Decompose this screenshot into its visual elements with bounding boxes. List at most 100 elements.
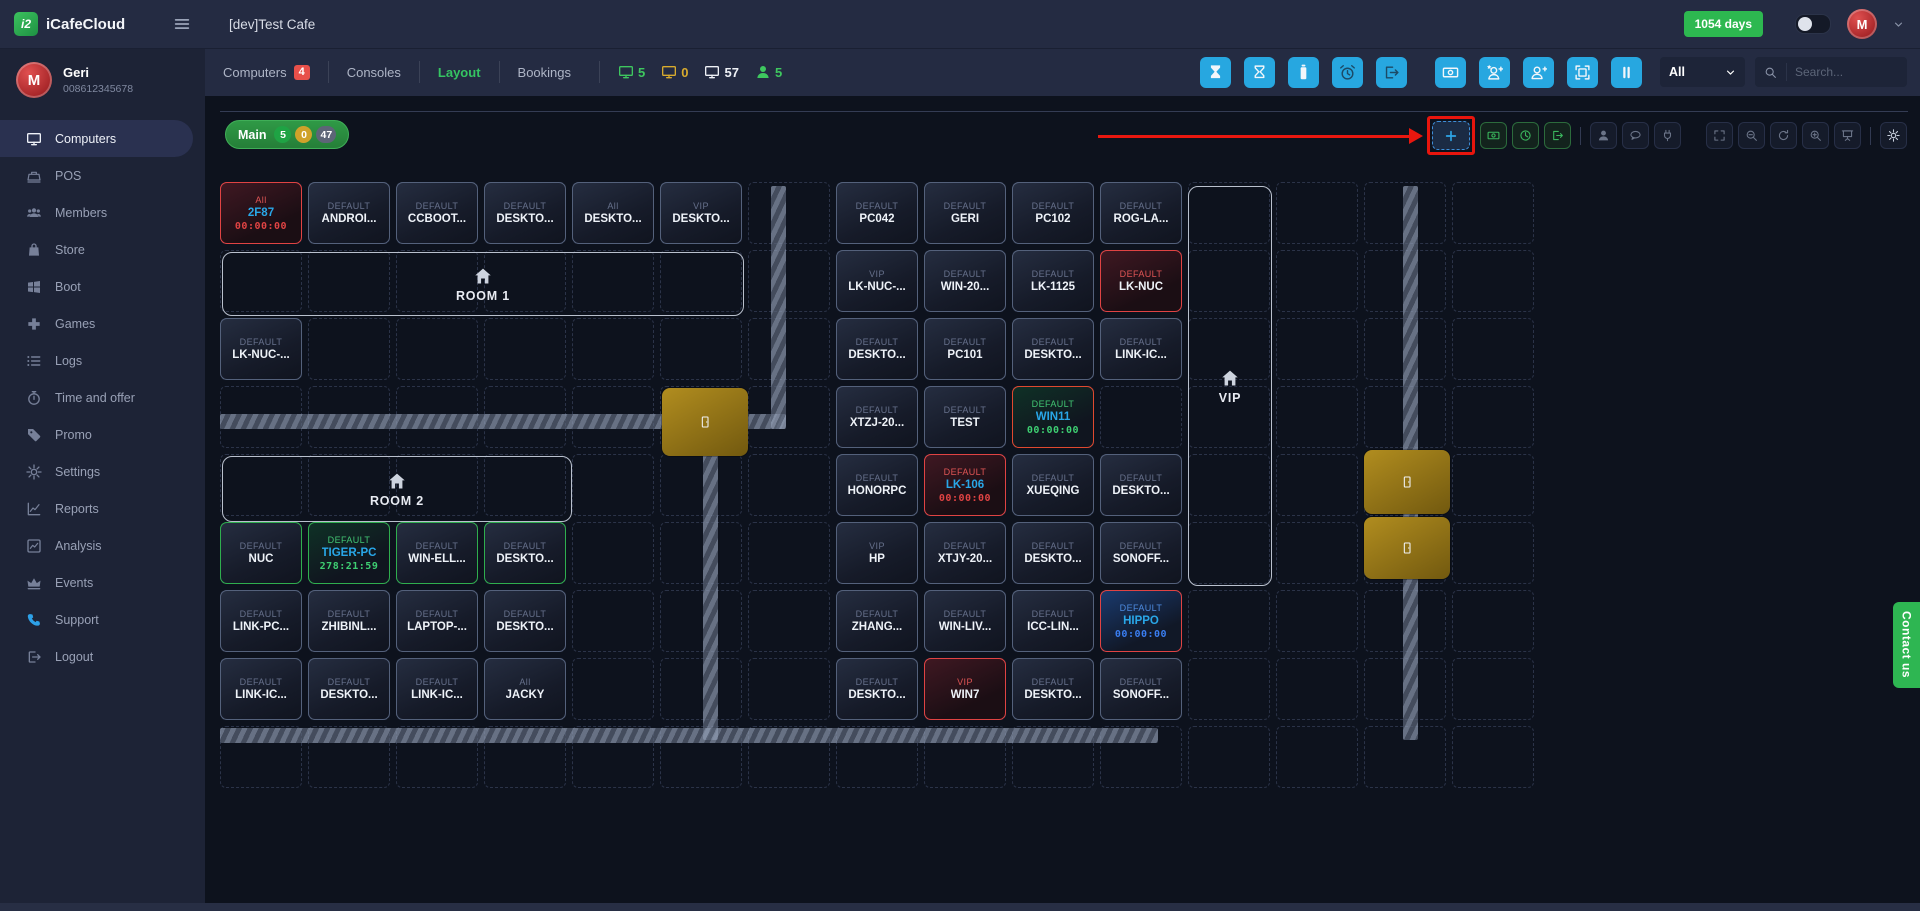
sidebar-item-reports[interactable]: Reports (0, 490, 205, 527)
computer-tile-androi[interactable]: DEFAULTANDROI... (308, 182, 390, 244)
sidebar-item-time-and-offer[interactable]: Time and offer (0, 379, 205, 416)
computer-tile-deskto[interactable]: AllDESKTO... (572, 182, 654, 244)
computer-tile-ccboot[interactable]: DEFAULTCCBOOT... (396, 182, 478, 244)
layout-settings-button[interactable] (1880, 122, 1907, 149)
power-button[interactable] (1654, 122, 1681, 149)
computer-tile-win-20[interactable]: DEFAULTWIN-20... (924, 250, 1006, 312)
computer-tile-deskto[interactable]: DEFAULTDESKTO... (1012, 522, 1094, 584)
fit-view-button[interactable] (1706, 122, 1733, 149)
sidebar-item-members[interactable]: Members (0, 194, 205, 231)
sidebar-item-events[interactable]: Events (0, 564, 205, 601)
reset-view-button[interactable] (1770, 122, 1797, 149)
contact-us-button[interactable]: Contact us (1893, 602, 1920, 688)
computer-tile-deskto[interactable]: DEFAULTDESKTO... (484, 590, 566, 652)
computer-tile-deskto[interactable]: DEFAULTDESKTO... (1012, 318, 1094, 380)
add-member-star-button[interactable] (1479, 57, 1510, 88)
computer-tile-2f87[interactable]: All2F8700:00:00 (220, 182, 302, 244)
computer-tile-deskto[interactable]: DEFAULTDESKTO... (836, 318, 918, 380)
computer-tile-hp[interactable]: VIPHP (836, 522, 918, 584)
sidebar-item-support[interactable]: Support (0, 601, 205, 638)
computer-tile-pc101[interactable]: DEFAULTPC101 (924, 318, 1006, 380)
computer-tile-test[interactable]: DEFAULTTEST (924, 386, 1006, 448)
computer-tile-jacky[interactable]: AllJACKY (484, 658, 566, 720)
computer-tile-hippo[interactable]: DEFAULTHIPPO00:00:00 (1100, 590, 1182, 652)
computer-tile-zhibinl[interactable]: DEFAULTZHIBINL... (308, 590, 390, 652)
charge-button[interactable] (1480, 122, 1507, 149)
computer-tile-win-liv[interactable]: DEFAULTWIN-LIV... (924, 590, 1006, 652)
computer-tile-nuc[interactable]: DEFAULTNUC (220, 522, 302, 584)
chat-button[interactable] (1622, 122, 1649, 149)
computer-tile-sonoff[interactable]: DEFAULTSONOFF... (1100, 658, 1182, 720)
sidebar-item-logout[interactable]: Logout (0, 638, 205, 675)
computer-tile-deskto[interactable]: DEFAULTDESKTO... (1012, 658, 1094, 720)
tab-consoles[interactable]: Consoles (328, 61, 419, 83)
computer-tile-deskto[interactable]: DEFAULTDESKTO... (308, 658, 390, 720)
theme-toggle[interactable] (1795, 14, 1831, 34)
computer-tile-xueqing[interactable]: DEFAULTXUEQING (1012, 454, 1094, 516)
sidebar-item-settings[interactable]: Settings (0, 453, 205, 490)
computer-tile-lk-nuc-[interactable]: VIPLK-NUC-... (836, 250, 918, 312)
add-computer-button[interactable] (1432, 121, 1470, 150)
hourglass-button[interactable] (1244, 57, 1275, 88)
computer-tile-link-pc[interactable]: DEFAULTLINK-PC... (220, 590, 302, 652)
sidebar-item-logs[interactable]: Logs (0, 342, 205, 379)
computer-tile-sonoff[interactable]: DEFAULTSONOFF... (1100, 522, 1182, 584)
sidebar-item-store[interactable]: Store (0, 231, 205, 268)
computer-tile-win11[interactable]: DEFAULTWIN1100:00:00 (1012, 386, 1094, 448)
hourglass-filled-button[interactable] (1200, 57, 1231, 88)
computer-tile-rog-la[interactable]: DEFAULTROG-LA... (1100, 182, 1182, 244)
tab-bookings[interactable]: Bookings (499, 61, 589, 83)
computer-tile-deskto[interactable]: DEFAULTDESKTO... (484, 522, 566, 584)
menu-toggle-icon[interactable] (173, 15, 191, 33)
sidebar-item-analysis[interactable]: Analysis (0, 527, 205, 564)
sidebar-item-games[interactable]: Games (0, 305, 205, 342)
bottom-scrollbar[interactable] (0, 903, 1920, 911)
time-button[interactable] (1512, 122, 1539, 149)
computer-tile-pc102[interactable]: DEFAULTPC102 (1012, 182, 1094, 244)
sign-out-button[interactable] (1376, 57, 1407, 88)
computer-tile-deskto[interactable]: DEFAULTDESKTO... (1100, 454, 1182, 516)
computer-tile-deskto[interactable]: VIPDESKTO... (660, 182, 742, 244)
computer-tile-geri[interactable]: DEFAULTGERI (924, 182, 1006, 244)
zone-tab-main[interactable]: Main 5047 (225, 120, 349, 149)
tab-computers[interactable]: Computers4 (223, 61, 328, 83)
presentation-button[interactable] (1834, 122, 1861, 149)
zoom-out-button[interactable] (1738, 122, 1765, 149)
computer-tile-deskto[interactable]: DEFAULTDESKTO... (836, 658, 918, 720)
computer-tile-lk-106[interactable]: DEFAULTLK-10600:00:00 (924, 454, 1006, 516)
computer-tile-xtzj-20[interactable]: DEFAULTXTZJ-20... (836, 386, 918, 448)
user-avatar[interactable]: M (1847, 9, 1877, 39)
zoom-in-button[interactable] (1802, 122, 1829, 149)
subscription-days-badge[interactable]: 1054 days (1684, 11, 1763, 37)
computer-tile-deskto[interactable]: DEFAULTDESKTO... (484, 182, 566, 244)
screenshot-button[interactable] (1567, 57, 1598, 88)
computer-tile-lk-nuc-[interactable]: DEFAULTLK-NUC-... (220, 318, 302, 380)
computer-tile-link-ic[interactable]: DEFAULTLINK-IC... (220, 658, 302, 720)
cash-button[interactable] (1435, 57, 1466, 88)
computer-tile-win-ell[interactable]: DEFAULTWIN-ELL... (396, 522, 478, 584)
computer-tile-lk-nuc[interactable]: DEFAULTLK-NUC (1100, 250, 1182, 312)
member-button[interactable] (1590, 122, 1617, 149)
computer-tile-link-ic[interactable]: DEFAULTLINK-IC... (1100, 318, 1182, 380)
computer-tile-pc042[interactable]: DEFAULTPC042 (836, 182, 918, 244)
battery-button[interactable] (1288, 57, 1319, 88)
computer-tile-win7[interactable]: VIPWIN7 (924, 658, 1006, 720)
computer-tile-lk-1125[interactable]: DEFAULTLK-1125 (1012, 250, 1094, 312)
computer-tile-xtjy-20[interactable]: DEFAULTXTJY-20... (924, 522, 1006, 584)
pause-button[interactable] (1611, 57, 1642, 88)
alarm-button[interactable] (1332, 57, 1363, 88)
computer-tile-honorpc[interactable]: DEFAULTHONORPC (836, 454, 918, 516)
sidebar-item-pos[interactable]: POS (0, 157, 205, 194)
computer-tile-tiger-pc[interactable]: DEFAULTTIGER-PC278:21:59 (308, 522, 390, 584)
sidebar-item-boot[interactable]: Boot (0, 268, 205, 305)
checkout-button[interactable] (1544, 122, 1571, 149)
computer-filter-select[interactable]: All (1660, 57, 1745, 87)
chevron-down-icon[interactable] (1893, 19, 1904, 30)
add-member-button[interactable] (1523, 57, 1554, 88)
computer-tile-laptop-[interactable]: DEFAULTLAPTOP-... (396, 590, 478, 652)
tab-layout[interactable]: Layout (419, 61, 499, 83)
sidebar-item-computers[interactable]: Computers (0, 120, 193, 157)
computer-tile-link-ic[interactable]: DEFAULTLINK-IC... (396, 658, 478, 720)
search-input[interactable] (1787, 65, 1903, 79)
sidebar-item-promo[interactable]: Promo (0, 416, 205, 453)
